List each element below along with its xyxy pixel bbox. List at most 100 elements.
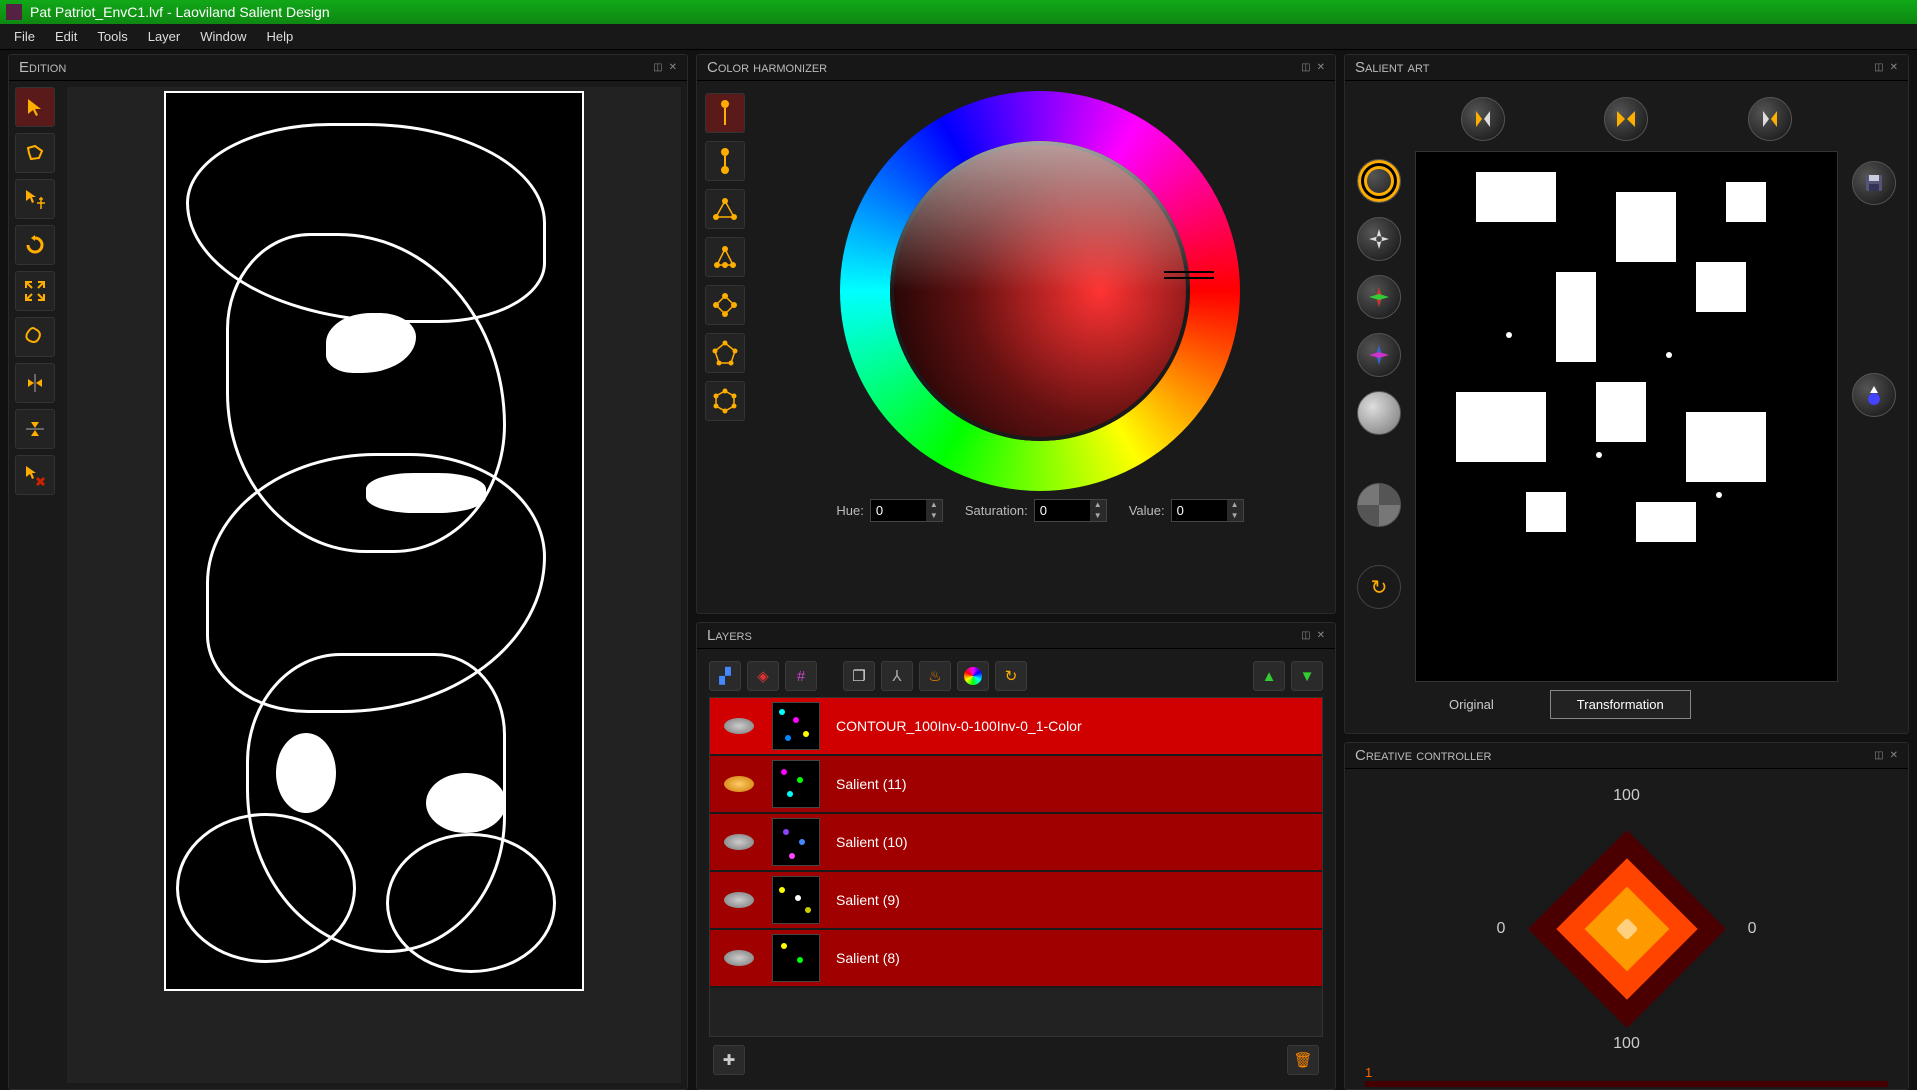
menu-layer[interactable]: Layer	[138, 26, 191, 47]
window-title: Pat Patriot_EnvC1.lvf - Laoviland Salien…	[30, 4, 330, 20]
value-input[interactable]: ▲▼	[1171, 499, 1244, 522]
edition-canvas[interactable]	[67, 87, 681, 1083]
creative-slider[interactable]: 1	[1365, 1081, 1888, 1087]
saturation-input[interactable]: ▲▼	[1034, 499, 1107, 522]
harmony-square-button[interactable]	[705, 285, 745, 325]
layer-grid-button[interactable]: #	[785, 661, 817, 691]
delete-tool[interactable]	[15, 455, 55, 495]
selection-tool[interactable]	[15, 87, 55, 127]
panel-undock-icon[interactable]: ◫	[653, 62, 662, 73]
layer-add-button[interactable]: ✚	[713, 1045, 745, 1075]
panel-close-icon[interactable]: ✕	[669, 62, 677, 73]
menu-edit[interactable]: Edit	[45, 26, 87, 47]
spin-down-icon[interactable]: ▼	[1090, 511, 1106, 522]
layer-refresh-button[interactable]: ↻	[995, 661, 1027, 691]
lasso-tool[interactable]	[15, 133, 55, 173]
spin-down-icon[interactable]: ▼	[926, 511, 942, 522]
scale-tool[interactable]	[15, 271, 55, 311]
salient-star-color1-button[interactable]	[1357, 275, 1401, 319]
harmony-hexagon-button[interactable]	[705, 381, 745, 421]
salient-star-color2-button[interactable]	[1357, 333, 1401, 377]
layer-row[interactable]: Salient (11)	[710, 756, 1322, 814]
salient-save-button[interactable]	[1852, 161, 1896, 205]
panel-undock-icon[interactable]: ◫	[1874, 62, 1883, 73]
rotate-tool[interactable]	[15, 225, 55, 265]
menu-file[interactable]: File	[4, 26, 45, 47]
layer-up-button[interactable]: ▲	[1253, 661, 1285, 691]
panel-close-icon[interactable]: ✕	[1890, 62, 1898, 73]
layer-duplicate-button[interactable]: ❐	[843, 661, 875, 691]
menu-window[interactable]: Window	[190, 26, 256, 47]
layer-row[interactable]: Salient (8)	[710, 930, 1322, 988]
layer-delete-button[interactable]: 🗑	[1287, 1045, 1319, 1075]
salient-globe-button[interactable]	[1357, 391, 1401, 435]
layer-visibility-toggle[interactable]	[710, 776, 768, 792]
panel-undock-icon[interactable]: ◫	[1301, 62, 1310, 73]
salient-flip-h-button[interactable]	[1461, 97, 1505, 141]
tab-transformation[interactable]: Transformation	[1550, 690, 1691, 719]
salient-canvas[interactable]	[1415, 151, 1838, 682]
layer-name: Salient (10)	[824, 834, 1322, 850]
hue-label: Hue:	[836, 503, 863, 518]
salient-cycle-button[interactable]: ↻	[1357, 565, 1401, 609]
edition-title: Edition	[19, 59, 66, 76]
salient-picker-button[interactable]	[1852, 373, 1896, 417]
hue-wheel[interactable]	[840, 91, 1240, 491]
layers-toolbar: ▞ ◈ # ❐ ⅄ ♨ ↻ ▲ ▼	[703, 655, 1329, 697]
salient-flip-alt-button[interactable]	[1748, 97, 1792, 141]
panel-close-icon[interactable]: ✕	[1317, 62, 1325, 73]
layer-checker-button[interactable]: ▞	[709, 661, 741, 691]
panel-close-icon[interactable]: ✕	[1890, 750, 1898, 761]
sat-val-picker[interactable]	[890, 141, 1190, 441]
harmonizer-title: Color harmonizer	[707, 59, 827, 76]
harmony-split-button[interactable]	[705, 237, 745, 277]
layer-thumbnail	[772, 760, 820, 808]
panel-undock-icon[interactable]: ◫	[1874, 750, 1883, 761]
panel-undock-icon[interactable]: ◫	[1301, 630, 1310, 641]
layer-merge-button[interactable]: ⅄	[881, 661, 913, 691]
edition-toolbar	[15, 87, 59, 1083]
salient-mirror-button[interactable]	[1604, 97, 1648, 141]
salient-ring-button[interactable]	[1357, 159, 1401, 203]
salient-pattern-button[interactable]	[1357, 483, 1401, 527]
mirror-horizontal-tool[interactable]	[15, 409, 55, 449]
layer-thumbnail	[772, 876, 820, 924]
spin-down-icon[interactable]: ▼	[1227, 511, 1243, 522]
layer-row[interactable]: Salient (10)	[710, 814, 1322, 872]
layer-row[interactable]: CONTOUR_100Inv-0-100Inv-0_1-Color	[710, 698, 1322, 756]
creative-diamond-control[interactable]	[1528, 830, 1726, 1028]
move-tool[interactable]	[15, 179, 55, 219]
layer-visibility-toggle[interactable]	[710, 950, 768, 966]
menu-help[interactable]: Help	[257, 26, 304, 47]
layer-visibility-toggle[interactable]	[710, 718, 768, 734]
layer-cube-button[interactable]: ◈	[747, 661, 779, 691]
mirror-vertical-tool[interactable]	[15, 363, 55, 403]
harmony-pentagon-button[interactable]	[705, 333, 745, 373]
spin-up-icon[interactable]: ▲	[1227, 500, 1243, 511]
harmony-mono-button[interactable]	[705, 93, 745, 133]
harmony-complement-button[interactable]	[705, 141, 745, 181]
slider-marker: 1	[1365, 1065, 1372, 1080]
layer-thumbnail	[772, 818, 820, 866]
salient-star-button[interactable]	[1357, 217, 1401, 261]
tab-original[interactable]: Original	[1423, 691, 1520, 718]
menu-bar: File Edit Tools Layer Window Help	[0, 24, 1917, 50]
panel-close-icon[interactable]: ✕	[1317, 630, 1325, 641]
swirl-tool[interactable]	[15, 317, 55, 357]
harmony-triad-button[interactable]	[705, 189, 745, 229]
hue-input[interactable]: ▲▼	[870, 499, 943, 522]
hue-marker[interactable]	[1164, 271, 1214, 279]
layer-visibility-toggle[interactable]	[710, 834, 768, 850]
layer-visibility-toggle[interactable]	[710, 892, 768, 908]
layer-down-button[interactable]: ▼	[1291, 661, 1323, 691]
spin-up-icon[interactable]: ▲	[1090, 500, 1106, 511]
layer-gradient-button[interactable]	[957, 661, 989, 691]
layer-row[interactable]: Salient (9)	[710, 872, 1322, 930]
layers-list[interactable]: CONTOUR_100Inv-0-100Inv-0_1-Color Salien…	[709, 697, 1323, 1037]
layer-thumbnail	[772, 702, 820, 750]
spin-up-icon[interactable]: ▲	[926, 500, 942, 511]
edition-panel: Edition ◫ ✕	[8, 54, 688, 1090]
layer-flame-button[interactable]: ♨	[919, 661, 951, 691]
menu-tools[interactable]: Tools	[87, 26, 137, 47]
layer-name: Salient (9)	[824, 892, 1322, 908]
